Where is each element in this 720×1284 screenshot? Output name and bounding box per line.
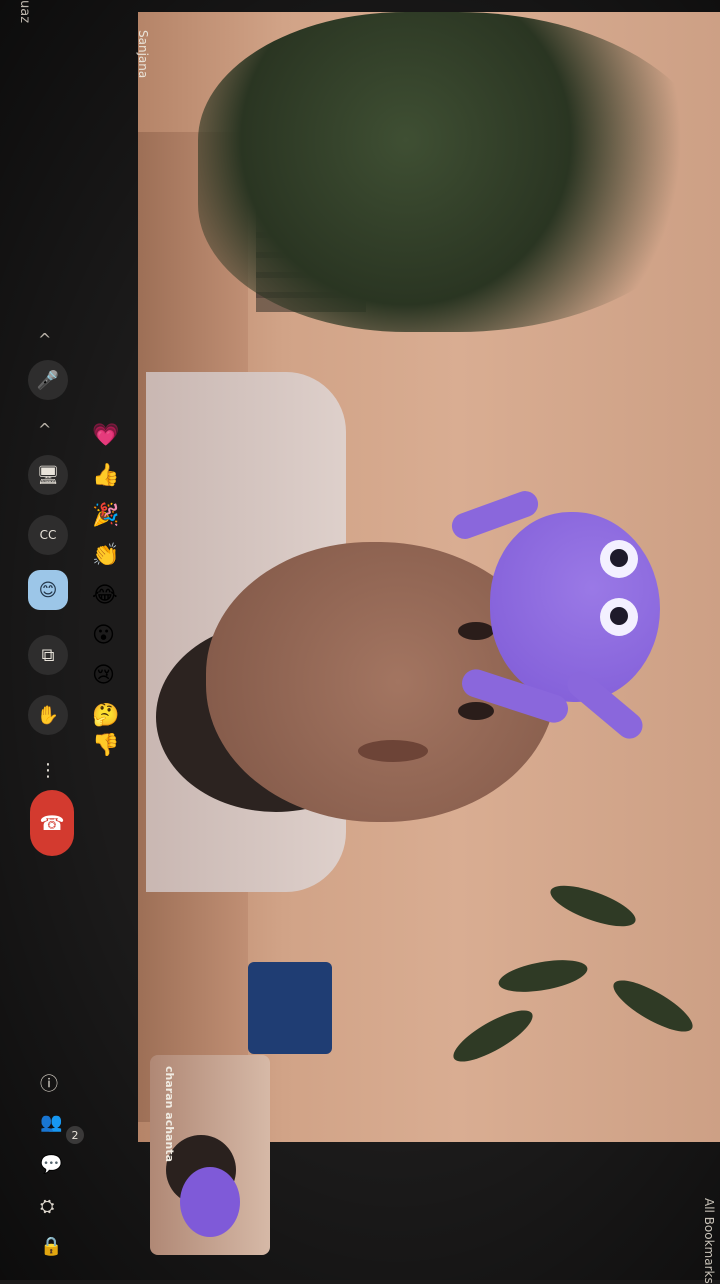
present-icon: ⧉	[41, 644, 55, 666]
captions-button[interactable]: CC	[28, 515, 68, 555]
octopus-filter	[448, 487, 670, 744]
top-fragment-text: uaz	[17, 0, 32, 24]
thumbnail-participant-name: charan achanta	[163, 1066, 176, 1162]
background-plant-pot	[248, 962, 332, 1054]
side-panel-icons: ⓘ 👥 💬 ⛭ 🔒	[36, 1070, 76, 1260]
thumbnail-octopus	[180, 1167, 240, 1237]
reaction-thumbs-up[interactable]: 👍	[92, 465, 119, 487]
main-video-tile[interactable]	[138, 12, 720, 1142]
more-options-button[interactable]: ⋮	[28, 750, 68, 790]
bookmarks-fragment: All Bookmarks	[702, 1198, 716, 1284]
mic-icon: 🎤	[36, 369, 60, 391]
phone-icon: ☎	[39, 811, 65, 835]
person-mouth	[358, 740, 428, 762]
lock-icon[interactable]: 🔒	[40, 1236, 62, 1257]
camera-button[interactable]: 🖥	[28, 455, 68, 495]
info-icon[interactable]: ⓘ	[40, 1070, 58, 1096]
raise-hand-button[interactable]: ✋	[28, 695, 68, 735]
reaction-clap[interactable]: 👏	[92, 545, 119, 567]
reaction-heart[interactable]: 💗	[92, 425, 119, 447]
emoji-button[interactable]: 😊	[28, 570, 68, 610]
meeting-toolbar: ^ 🎤 ^ 🖥 CC 😊 ⧉ ✋ ⋮ ☎	[20, 320, 80, 860]
octopus-pupil-right	[610, 607, 628, 625]
emoji-icon: 😊	[38, 579, 58, 601]
chat-icon[interactable]: 💬	[40, 1154, 62, 1175]
present-button[interactable]: ⧉	[28, 635, 68, 675]
reaction-party[interactable]: 🎉	[92, 505, 119, 527]
people-icon[interactable]: 👥	[40, 1112, 62, 1133]
more-vertical-icon: ⋮	[39, 759, 57, 781]
octopus-eye-right	[600, 598, 638, 636]
camera-icon: 🖥	[36, 464, 60, 486]
plant-leaf	[496, 954, 590, 998]
background-plant-bottom	[388, 872, 708, 1102]
captions-icon: CC	[39, 528, 57, 542]
chevron-up-icon[interactable]: ^	[38, 420, 51, 439]
reaction-surprised[interactable]: 😮	[92, 625, 115, 647]
reaction-thinking[interactable]: 🤔	[92, 705, 119, 727]
hand-icon: ✋	[36, 704, 60, 726]
plant-leaf	[545, 877, 641, 935]
main-participant-name: Sanjana	[136, 30, 150, 79]
octopus-pupil-left	[610, 549, 628, 567]
end-call-button[interactable]: ☎	[30, 790, 74, 856]
mic-button[interactable]: 🎤	[28, 360, 68, 400]
people-count-badge: 2	[66, 1126, 84, 1144]
activities-icon[interactable]: ⛭	[40, 1196, 54, 1217]
reaction-thumbs-down[interactable]: 👎	[92, 735, 119, 757]
chevron-up-icon[interactable]: ^	[38, 330, 51, 349]
reaction-sad[interactable]: 😢	[92, 665, 115, 687]
background-plant-top	[198, 12, 718, 332]
octopus-eye-left	[600, 540, 638, 578]
reaction-bar: 💗 👍 🎉 👏 😂 😮 😢 🤔 👎	[92, 425, 122, 757]
reaction-laugh[interactable]: 😂	[92, 585, 118, 607]
plant-leaf	[607, 971, 699, 1041]
plant-leaf	[447, 1001, 539, 1071]
